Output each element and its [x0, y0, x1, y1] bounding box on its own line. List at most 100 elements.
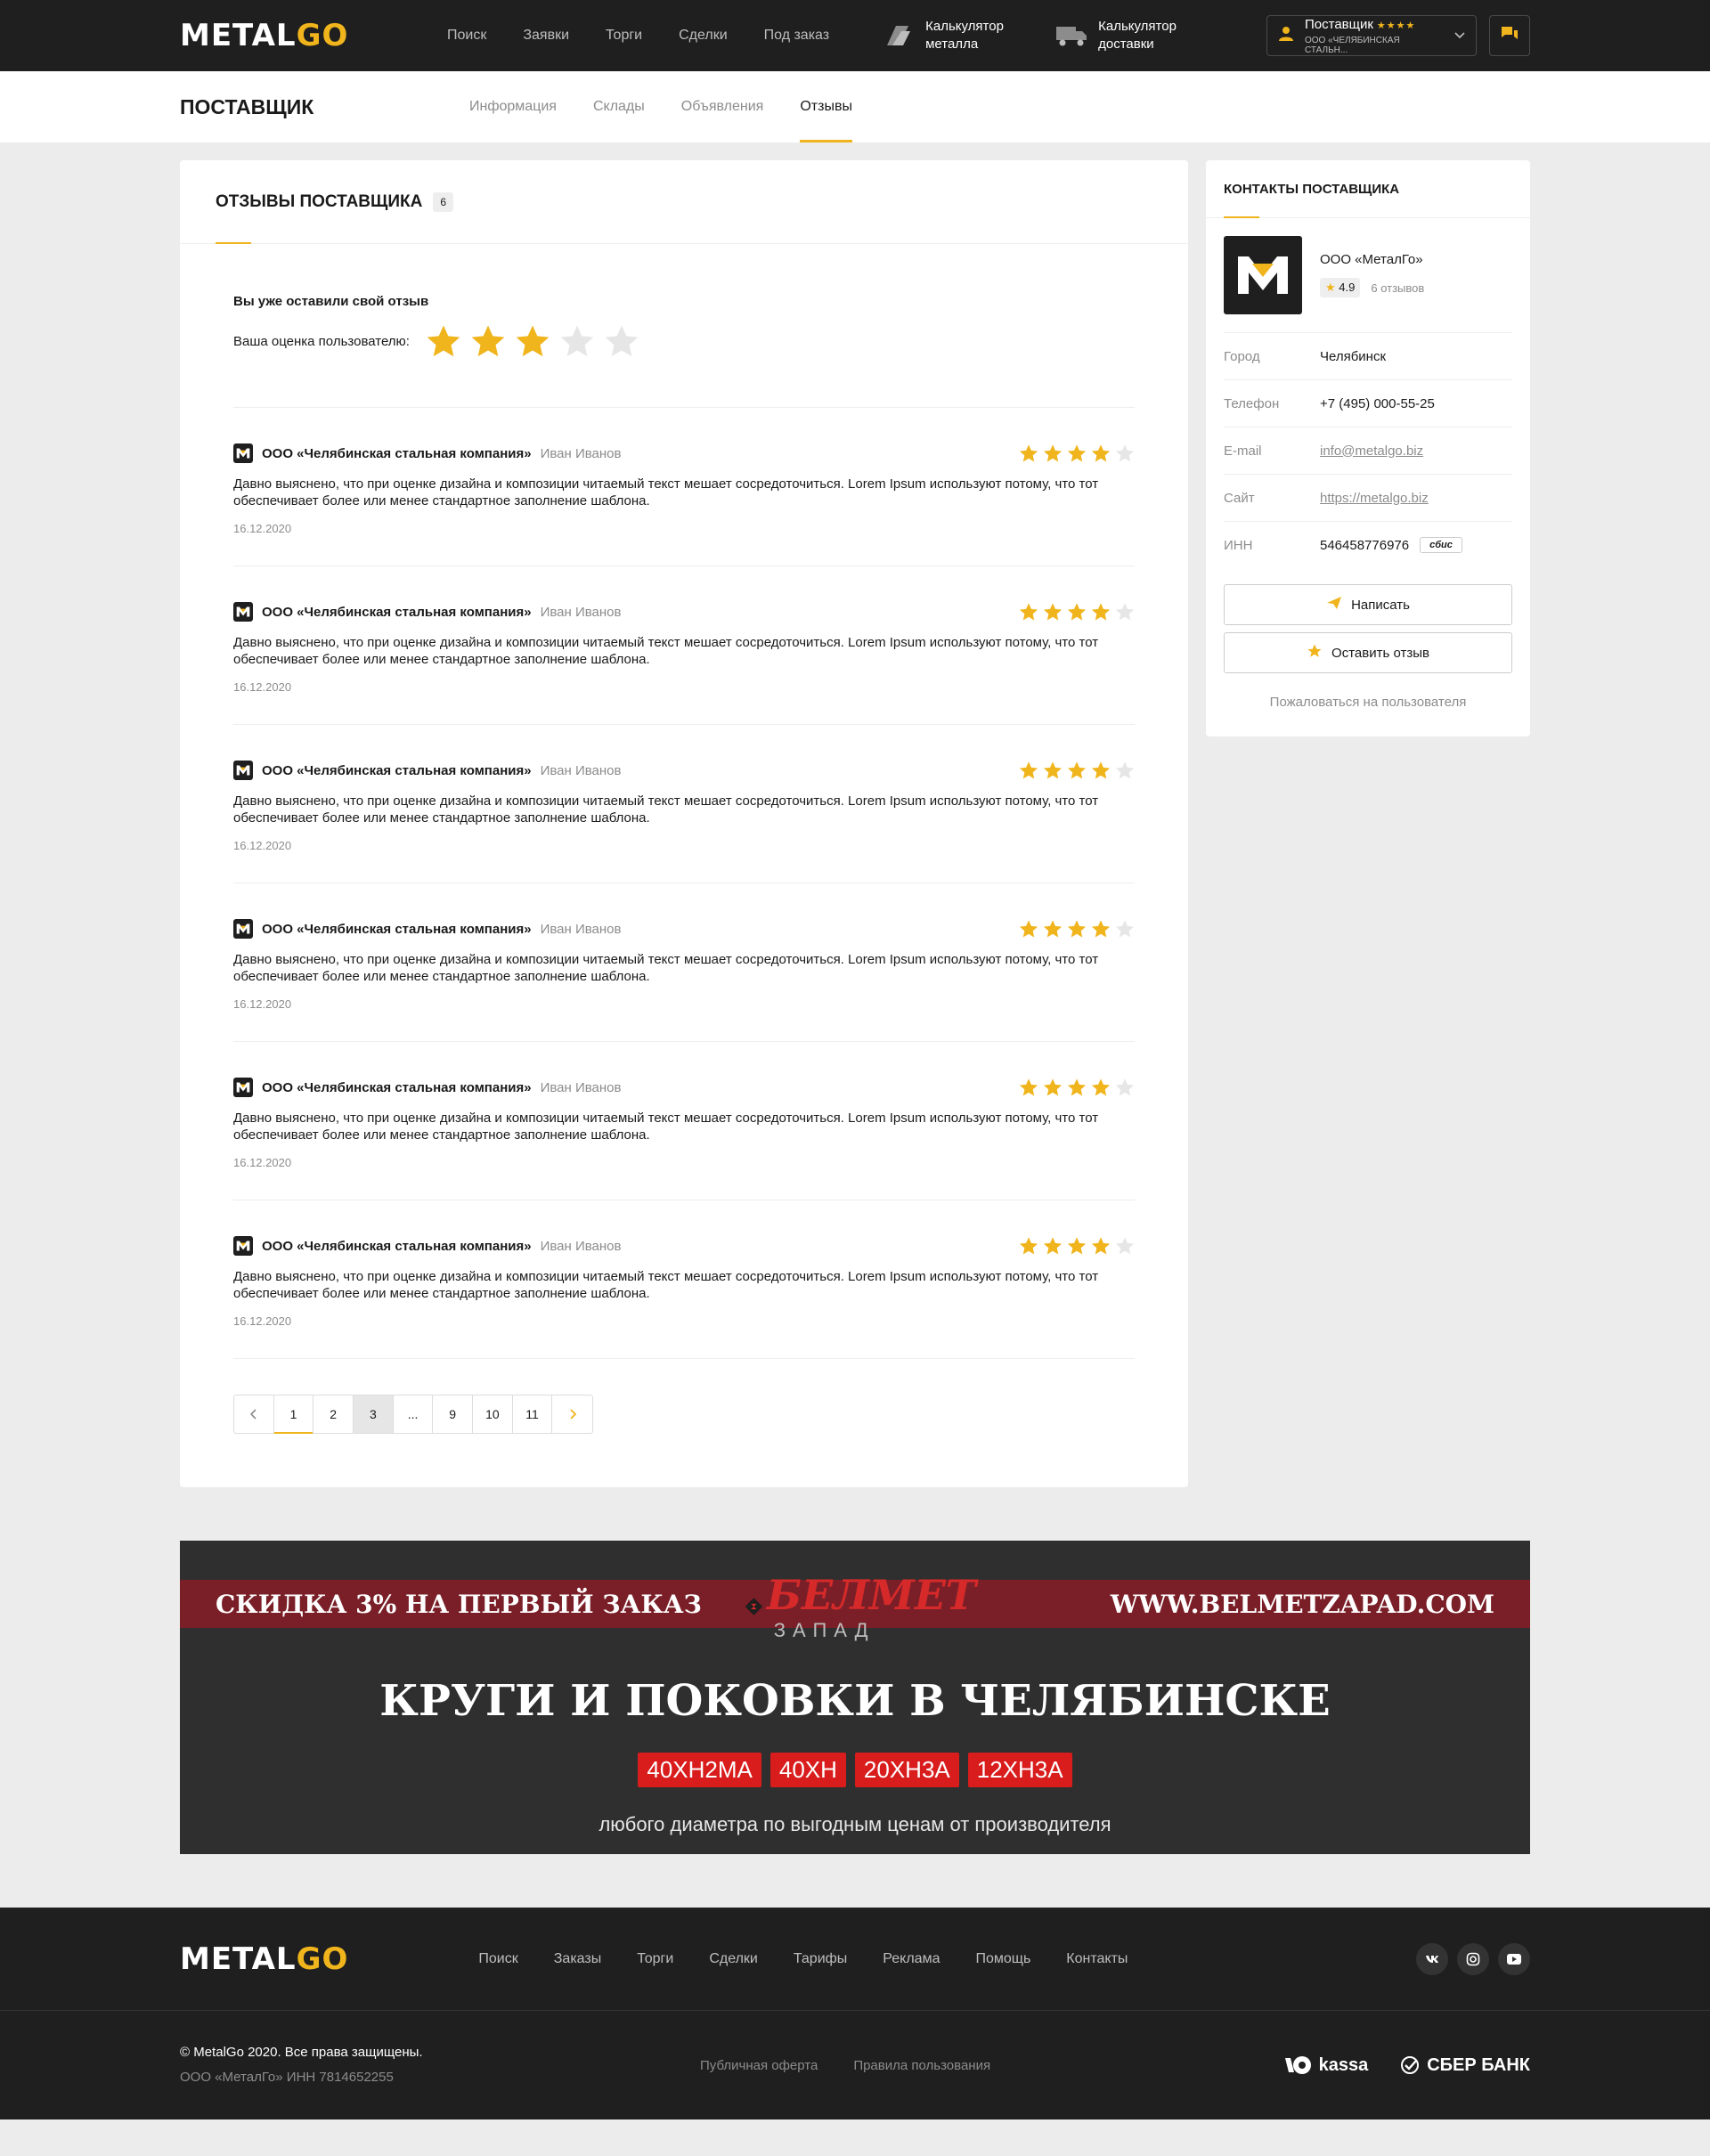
own-rating-label: Ваша оценка пользователю: [233, 333, 410, 349]
rating-star-1[interactable] [426, 323, 461, 359]
nav-auctions[interactable]: Торги [606, 28, 642, 44]
review-text: Давно выяснено, что при оценке дизайна и… [233, 1111, 1099, 1143]
terms-link[interactable]: Правила пользования [853, 2058, 990, 2073]
grade-badge: 12ХН3А [967, 1753, 1072, 1787]
user-icon [1278, 26, 1294, 46]
review-date: 16.12.2020 [233, 997, 292, 1011]
banner-subtitle: любого диаметра по выгодным ценам от про… [598, 1813, 1112, 1835]
contacts-company: ООО «МеталГо» ★ 4.9 6 отзывов [1206, 218, 1530, 332]
footer-copyright: © MetalGo 2020. Все права защищены. ООО … [180, 2040, 700, 2090]
footer-nav: Поиск Заказы Торги Сделки Тарифы Реклама… [478, 1951, 1128, 1967]
star-icon [1091, 443, 1111, 463]
footer-logo[interactable]: METAL GO [180, 1941, 348, 1977]
chevron-left-icon[interactable] [234, 1395, 274, 1433]
write-message-button[interactable]: Написать [1224, 584, 1512, 625]
footer-nav-orders[interactable]: Заказы [554, 1951, 601, 1967]
reviewer-company[interactable]: ООО «Челябинская стальная компания» [262, 1080, 532, 1095]
star-icon [1091, 1078, 1111, 1097]
tab-reviews[interactable]: Отзывы [800, 71, 852, 142]
leave-review-button[interactable]: Оставить отзыв [1224, 632, 1512, 673]
review-item: ООО «Челябинская стальная компания» Иван … [233, 883, 1135, 1041]
page-11[interactable]: 11 [513, 1395, 553, 1433]
rating-star-5[interactable] [604, 323, 639, 359]
footer-nav-ads[interactable]: Реклама [883, 1951, 940, 1967]
tab-info[interactable]: Информация [469, 71, 557, 142]
footer-nav-help[interactable]: Помощь [975, 1951, 1030, 1967]
messages-button[interactable] [1489, 15, 1530, 56]
rating-star-3[interactable] [515, 323, 550, 359]
footer-nav-search[interactable]: Поиск [478, 1951, 517, 1967]
star-icon [1115, 919, 1135, 939]
footer-legal: ООО «МеталГо» ИНН 7814652255 [180, 2070, 394, 2085]
page-1[interactable]: 1 [273, 1395, 314, 1434]
reviewer-company[interactable]: ООО «Челябинская стальная компания» [262, 922, 532, 937]
review-text: Давно выяснено, что при оценке дизайна и… [233, 952, 1099, 984]
user-menu-dropdown[interactable]: Поставщик ★★★★ ООО «ЧЕЛЯБИНСКАЯ СТАЛЬН... [1266, 15, 1477, 56]
reviews-card: ОТЗЫВЫ ПОСТАВЩИКА 6 Вы уже оставили свой… [180, 160, 1188, 1487]
footer-nav-contacts[interactable]: Контакты [1066, 1951, 1128, 1967]
metalgo-logo[interactable]: METAL GO [180, 18, 447, 53]
reviewer-logo [233, 1236, 253, 1256]
nav-custom-order[interactable]: Под заказ [764, 28, 829, 44]
star-icon [1091, 602, 1111, 622]
nav-requests[interactable]: Заявки [523, 28, 569, 44]
review-rating [1019, 761, 1135, 780]
reviewer-company[interactable]: ООО «Челябинская стальная компания» [262, 605, 532, 620]
site-link[interactable]: https://metalgo.biz [1320, 491, 1429, 506]
reviewer-company[interactable]: ООО «Челябинская стальная компания» [262, 446, 532, 461]
user-company: ООО «ЧЕЛЯБИНСКАЯ СТАЛЬН... [1305, 35, 1400, 55]
footer-nav-auctions[interactable]: Торги [637, 1951, 673, 1967]
email-link[interactable]: info@metalgo.biz [1320, 443, 1423, 459]
footer-nav-deals[interactable]: Сделки [709, 1951, 758, 1967]
truck-icon [1055, 21, 1087, 50]
contacts-card: КОНТАКТЫ ПОСТАВЩИКА ООО «МеталГо» ★ 4.9 … [1206, 160, 1530, 736]
footer-nav-tariffs[interactable]: Тарифы [794, 1951, 847, 1967]
star-icon [1019, 1236, 1038, 1256]
chevron-right-icon[interactable] [552, 1395, 592, 1433]
review-rating [1019, 1236, 1135, 1256]
top-navbar: METAL GO Поиск Заявки Торги Сделки Под за… [0, 0, 1710, 71]
rating-star-4[interactable] [559, 323, 595, 359]
nav-deals[interactable]: Сделки [679, 28, 728, 44]
youtube-icon[interactable] [1498, 1942, 1530, 1975]
tab-warehouses[interactable]: Склады [593, 71, 645, 142]
review-item: ООО «Челябинская стальная компания» Иван … [233, 724, 1135, 883]
instagram-icon[interactable] [1457, 1942, 1489, 1975]
review-text: Давно выяснено, что при оценке дизайна и… [233, 635, 1099, 667]
page-ellipsis[interactable]: ... [394, 1395, 434, 1433]
reviews-list: ООО «Челябинская стальная компания» Иван … [180, 408, 1188, 1358]
review-item: ООО «Челябинская стальная компания» Иван … [233, 565, 1135, 724]
star-icon: ★ [1325, 281, 1336, 294]
page-3[interactable]: 3 [354, 1395, 394, 1433]
delivery-calculator-link[interactable]: Калькулятор доставки [1055, 18, 1196, 53]
public-offer-link[interactable]: Публичная оферта [700, 2058, 818, 2073]
star-icon [1115, 1236, 1135, 1256]
rating-star-2[interactable] [470, 323, 506, 359]
review-rating [1019, 1078, 1135, 1097]
company-reviews-count[interactable]: 6 отзывов [1371, 281, 1424, 295]
page-10[interactable]: 10 [473, 1395, 513, 1433]
page-2[interactable]: 2 [314, 1395, 354, 1433]
star-icon [1115, 602, 1135, 622]
metal-calculator-link[interactable]: Калькулятор металла [883, 18, 1023, 53]
footer-legal-links: Публичная оферта Правила пользования [700, 2058, 990, 2073]
reviewer-company[interactable]: ООО «Челябинская стальная компания» [262, 1239, 532, 1254]
advert-banner[interactable]: СКИДКА 3% НА ПЕРВЫЙ ЗАКАЗ WWW.BELMETZAPA… [180, 1541, 1530, 1854]
reviewer-company[interactable]: ООО «Челябинская стальная компания» [262, 763, 532, 778]
banner-site: WWW.BELMETZAPAD.COM [1110, 1589, 1494, 1619]
nav-search[interactable]: Поиск [447, 28, 486, 44]
review-item: ООО «Челябинская стальная компания» Иван … [233, 408, 1135, 565]
chat-icon [1501, 26, 1519, 46]
reviewer-logo [233, 1078, 253, 1097]
pagination: 1 2 3... 9 10 11 [233, 1395, 593, 1434]
sbis-badge[interactable]: сбис [1420, 537, 1462, 553]
review-date: 16.12.2020 [233, 522, 292, 535]
star-icon [1043, 1236, 1063, 1256]
page-9[interactable]: 9 [433, 1395, 474, 1433]
vk-icon[interactable] [1416, 1942, 1448, 1975]
own-rating-stars[interactable] [426, 323, 639, 359]
review-date: 16.12.2020 [233, 680, 292, 694]
report-user-link[interactable]: Пожаловаться на пользователя [1206, 695, 1530, 710]
tab-ads[interactable]: Объявления [681, 71, 764, 142]
star-icon [1307, 643, 1323, 663]
